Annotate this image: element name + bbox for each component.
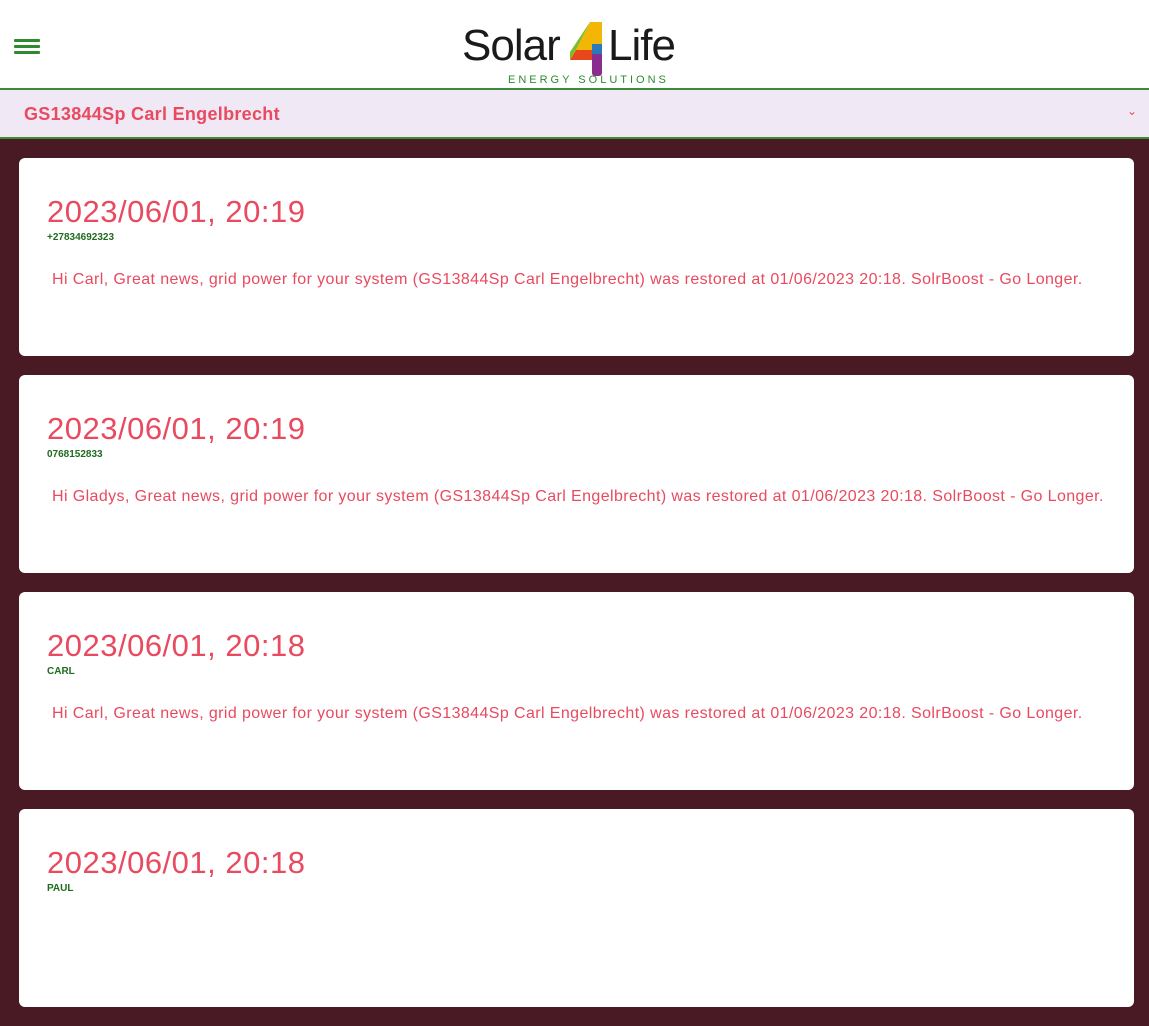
message-sender: CARL (47, 666, 75, 677)
message-card[interactable]: 2023/06/01, 20:19 0768152833 Hi Gladys, … (19, 375, 1134, 573)
message-sender: PAUL (47, 883, 74, 894)
system-name: GS13844Sp Carl Engelbrecht (24, 104, 280, 124)
app-header: Solar Life ENERGY SOLUTIONS (0, 0, 1149, 90)
logo-tagline: ENERGY SOLUTIONS (508, 74, 669, 86)
message-timestamp: 2023/06/01, 20:19 (47, 194, 306, 229)
solar4life-logo: Solar Life ENERGY SOLUTIONS (460, 18, 695, 90)
message-timestamp: 2023/06/01, 20:19 (47, 411, 306, 446)
hamburger-menu-icon[interactable] (14, 37, 42, 57)
message-sender: +27834692323 (47, 232, 115, 243)
message-text: Hi Gladys, Great news, grid power for yo… (52, 488, 1104, 505)
message-card[interactable]: 2023/06/01, 20:19 +27834692323 Hi Carl, … (19, 158, 1134, 356)
message-card[interactable]: 2023/06/01, 20:18 CARL Hi Carl, Great ne… (19, 592, 1134, 790)
message-list[interactable]: 2023/06/01, 20:19 +27834692323 Hi Carl, … (19, 158, 1134, 1026)
message-sender: 0768152833 (47, 449, 103, 460)
message-timestamp: 2023/06/01, 20:18 (47, 845, 306, 880)
message-text: Hi Carl, Great news, grid power for your… (52, 271, 1083, 288)
message-card[interactable]: 2023/06/01, 20:18 PAUL (19, 809, 1134, 1007)
logo-four-mark (570, 22, 602, 76)
message-text: Hi Carl, Great news, grid power for your… (52, 705, 1083, 722)
logo-word-life: Life (608, 21, 676, 70)
system-selector[interactable]: GS13844Sp Carl Engelbrecht ⌄ (0, 90, 1149, 139)
message-timestamp: 2023/06/01, 20:18 (47, 628, 306, 663)
logo-word-solar: Solar (462, 21, 561, 70)
dropdown-caret-icon[interactable]: ⌄ (1127, 104, 1137, 118)
